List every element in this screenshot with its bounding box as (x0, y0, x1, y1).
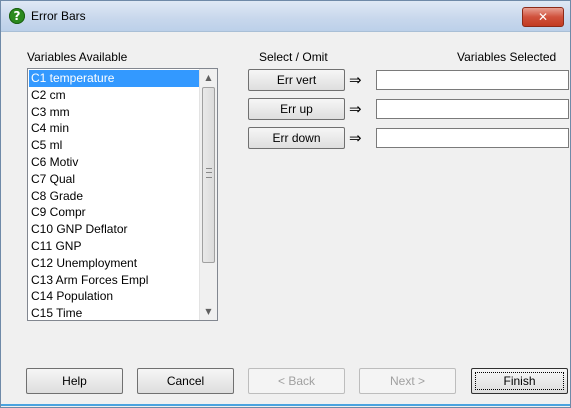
finish-button[interactable]: Finish (471, 368, 568, 394)
list-item[interactable]: C5 ml (29, 137, 200, 154)
error-bars-dialog: ? Error Bars ✕ Variables Available Selec… (0, 0, 571, 408)
assign-arrow-icon: ⇒ (349, 100, 362, 118)
list-item[interactable]: C13 Arm Forces Empl (29, 272, 200, 289)
help-question-icon: ? (9, 8, 25, 24)
list-item[interactable]: C3 mm (29, 104, 200, 121)
list-item[interactable]: C14 Population (29, 288, 200, 305)
err-vert-field[interactable] (376, 70, 569, 90)
list-item[interactable]: C11 GNP (29, 238, 200, 255)
select-omit-label: Select / Omit (259, 50, 328, 64)
scroll-thumb[interactable] (202, 87, 215, 263)
err-up-field[interactable] (376, 99, 569, 119)
variables-selected-label: Variables Selected (457, 50, 557, 64)
list-item[interactable]: C15 Time (29, 305, 200, 322)
next-button-label: Next > (389, 374, 425, 388)
back-button[interactable]: < Back (248, 368, 345, 394)
finish-button-label: Finish (503, 374, 536, 388)
list-item[interactable]: C9 Compr (29, 204, 200, 221)
window-title: Error Bars (31, 9, 86, 23)
list-item[interactable]: C7 Qual (29, 171, 200, 188)
next-button[interactable]: Next > (359, 368, 456, 394)
err-down-button[interactable]: Err down (248, 127, 345, 149)
list-item[interactable]: C6 Motiv (29, 154, 200, 171)
cancel-button[interactable]: Cancel (137, 368, 234, 394)
help-button-label: Help (62, 374, 87, 388)
list-item[interactable]: C10 GNP Deflator (29, 221, 200, 238)
grip-icon (206, 168, 212, 178)
err-up-label: Err up (280, 102, 313, 116)
assign-arrow-icon: ⇒ (349, 71, 362, 89)
scroll-up-icon[interactable]: ▲ (200, 69, 217, 86)
close-button[interactable]: ✕ (522, 7, 564, 27)
title-bar: ? Error Bars ✕ (1, 1, 570, 32)
err-vert-label: Err vert (276, 73, 317, 87)
back-button-label: < Back (277, 374, 316, 388)
variables-list-items: C1 temperature C2 cm C3 mm C4 min C5 ml C6 Mo… (29, 70, 200, 322)
list-item[interactable]: C8 Grade (29, 188, 200, 205)
err-down-label: Err down (272, 131, 321, 145)
close-icon: ✕ (537, 10, 549, 24)
scroll-down-icon[interactable]: ▼ (200, 303, 217, 320)
list-item[interactable]: C12 Unemployment (29, 255, 200, 272)
err-vert-button[interactable]: Err vert (248, 69, 345, 91)
window-bottom-accent (1, 404, 570, 406)
assign-arrow-icon: ⇒ (349, 129, 362, 147)
help-button[interactable]: Help (26, 368, 123, 394)
variables-available-label: Variables Available (27, 50, 128, 64)
err-down-field[interactable] (376, 128, 569, 148)
variables-available-list[interactable]: C1 temperature C2 cm C3 mm C4 min C5 ml C6 Mo… (27, 68, 218, 321)
list-item[interactable]: C2 cm (29, 87, 200, 104)
err-up-button[interactable]: Err up (248, 98, 345, 120)
cancel-button-label: Cancel (166, 374, 205, 388)
list-item[interactable]: C1 temperature (29, 70, 200, 87)
list-scrollbar[interactable]: ▲ ▼ (199, 69, 217, 320)
list-item[interactable]: C4 min (29, 120, 200, 137)
